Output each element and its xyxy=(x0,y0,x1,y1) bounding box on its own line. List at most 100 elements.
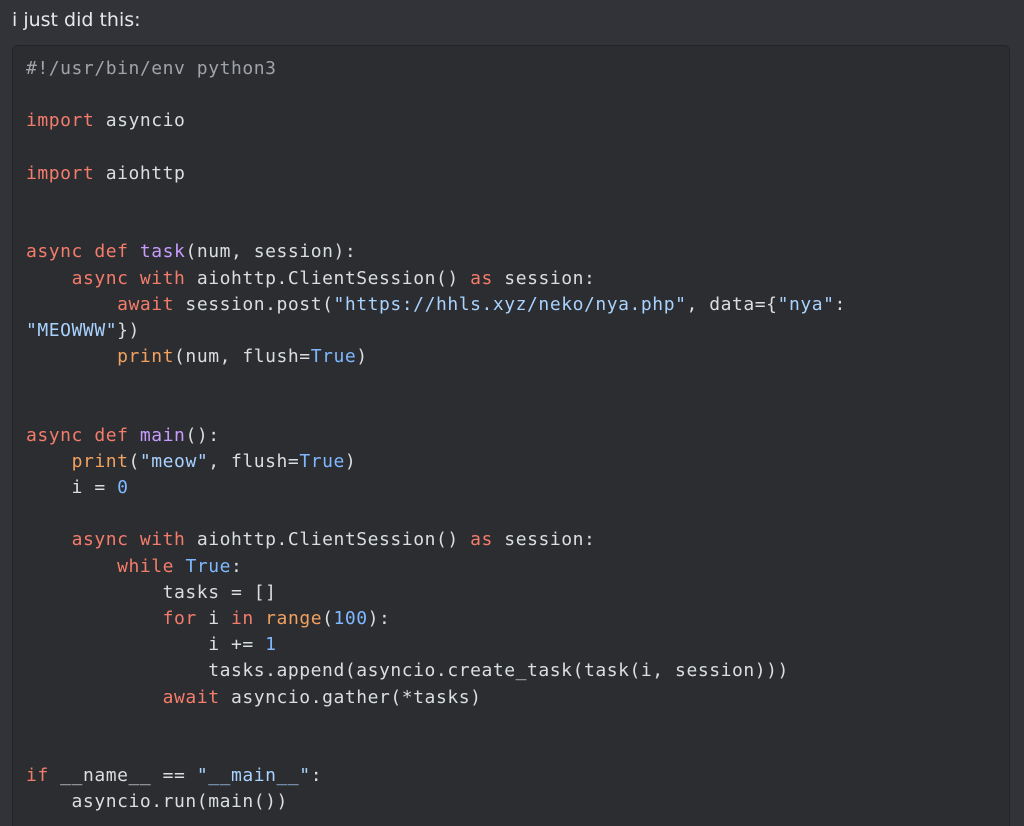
code-token: "nya" xyxy=(777,293,835,315)
code-token: await xyxy=(162,686,220,708)
code-token: (): xyxy=(185,424,220,446)
code-token: async xyxy=(71,529,129,551)
code-line: async with aiohttp.ClientSession() as se… xyxy=(26,266,846,292)
code-token: True xyxy=(310,346,357,368)
code-line: await session.post("https://hhls.xyz/nek… xyxy=(26,292,846,318)
code-token: if xyxy=(26,765,49,787)
code-token: i += xyxy=(26,634,266,656)
code-line: "MEOWWW"}) xyxy=(26,318,846,344)
code-token: session: xyxy=(492,267,596,289)
code-token: ( xyxy=(128,450,140,472)
message-text: i just did this: xyxy=(12,9,141,31)
code-line: async def main(): xyxy=(26,423,846,449)
code-token: async xyxy=(71,267,129,289)
code-token: print xyxy=(71,450,129,472)
code-line: import asyncio xyxy=(26,108,846,134)
code-token: import xyxy=(26,162,95,184)
code-token: as xyxy=(470,267,493,289)
code-token: aiohttp.ClientSession() xyxy=(185,267,471,289)
code-token: aiohttp xyxy=(94,162,186,184)
code-line: import aiohttp xyxy=(26,161,846,187)
code-line: await asyncio.gather(*tasks) xyxy=(26,685,846,711)
code-token: tasks.append(asyncio.create_task(task(i,… xyxy=(26,660,789,682)
code-token: async xyxy=(26,241,83,263)
code-token: ) xyxy=(356,346,368,368)
code-token: main xyxy=(139,424,186,446)
code-token: def xyxy=(94,241,129,263)
code-token: 0 xyxy=(117,477,129,498)
code-token: asyncio xyxy=(94,110,186,132)
code-token: : xyxy=(310,765,323,787)
code-line: if __name__ == "__main__": xyxy=(26,763,846,789)
code-token: ) xyxy=(344,450,357,472)
code-token: await xyxy=(117,293,175,315)
code-line: print(num, flush=True) xyxy=(26,344,846,370)
code-token: "meow" xyxy=(139,450,209,472)
code-token: as xyxy=(470,529,493,551)
code-token: session.post( xyxy=(174,293,334,315)
code-line: print("meow", flush=True) xyxy=(26,449,846,475)
code-token: #!/usr/bin/env python3 xyxy=(26,58,277,79)
code-token: , data={ xyxy=(686,293,778,315)
code-token: tasks = [] xyxy=(26,581,277,603)
code-token: i = xyxy=(26,477,118,498)
code-token: with xyxy=(139,529,186,551)
code-token: aiohttp.ClientSession() xyxy=(185,529,471,551)
code-line: tasks = [] xyxy=(26,580,846,606)
code-line: async with aiohttp.ClientSession() as se… xyxy=(26,527,846,553)
code-token: : xyxy=(231,555,243,577)
code-token: (num, flush= xyxy=(174,346,311,368)
code-token: i xyxy=(196,607,231,629)
code-token: True xyxy=(185,555,231,577)
code-token: "https://hhls.xyz/neko/nya.php" xyxy=(333,293,687,315)
code-token: session: xyxy=(492,529,596,551)
code-content: #!/usr/bin/env python3 import asyncio im… xyxy=(26,56,846,815)
code-token: : xyxy=(834,293,846,315)
code-token: print xyxy=(117,346,175,368)
code-token: task xyxy=(139,241,186,263)
code-token: __name__ == xyxy=(48,765,197,787)
code-token: for xyxy=(162,607,197,629)
code-token: import xyxy=(26,110,95,132)
code-token: ): xyxy=(367,607,391,629)
code-token: async xyxy=(26,424,83,446)
code-block: #!/usr/bin/env python3 import asyncio im… xyxy=(12,45,1010,826)
code-token: def xyxy=(94,424,129,446)
code-line: async def task(num, session): xyxy=(26,239,846,265)
code-token: asyncio.run(main()) xyxy=(26,791,288,813)
code-token: 100 xyxy=(333,607,368,629)
code-line: for i in range(100): xyxy=(26,606,846,632)
code-token: in xyxy=(231,607,254,629)
code-token: ( xyxy=(322,607,334,629)
code-token: 1 xyxy=(265,634,277,656)
code-line: asyncio.run(main()) xyxy=(26,789,846,815)
code-token: "MEOWWW" xyxy=(26,319,118,341)
code-line: while True: xyxy=(26,554,846,580)
code-token: range xyxy=(265,607,323,629)
code-token: with xyxy=(139,267,186,289)
code-token: , flush= xyxy=(208,450,300,472)
